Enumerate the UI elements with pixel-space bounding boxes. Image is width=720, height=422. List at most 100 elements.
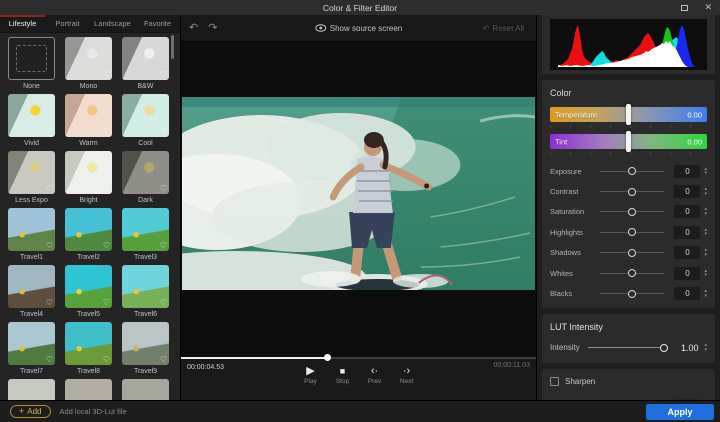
seek-bar[interactable] <box>181 357 536 359</box>
filter-item-mono[interactable]: ♡Mono <box>65 37 112 94</box>
filter-thumbnail[interactable]: ♡ <box>65 37 112 80</box>
favorite-heart-icon[interactable]: ♡ <box>103 356 110 364</box>
whites-slider-handle[interactable] <box>628 269 636 277</box>
saturation-value[interactable]: 0 <box>674 205 700 218</box>
highlights-slider[interactable] <box>600 232 664 233</box>
blacks-value[interactable]: 0 <box>674 287 700 300</box>
filter-item-travel6[interactable]: ♡Travel6 <box>122 265 169 322</box>
filter-thumbnail[interactable]: ♡ <box>65 322 112 365</box>
filter-item-travel2[interactable]: ♡Travel2 <box>65 208 112 265</box>
seek-handle[interactable] <box>324 354 331 361</box>
favorite-heart-icon[interactable]: ♡ <box>103 242 110 250</box>
filter-thumbnail[interactable]: ♡ <box>8 151 55 194</box>
temperature-slider[interactable]: Temperature 0.00 <box>550 107 707 122</box>
shadows-slider[interactable] <box>600 252 664 253</box>
favorite-heart-icon[interactable]: ♡ <box>160 299 167 307</box>
exposure-value[interactable]: 0 <box>674 165 700 178</box>
redo-icon[interactable]: ↷ <box>208 23 217 34</box>
filter-item-travel1[interactable]: ♡Travel1 <box>8 208 55 265</box>
intensity-slider-handle[interactable] <box>660 344 668 352</box>
filter-item-none[interactable]: None <box>8 37 55 94</box>
filter-thumbnail[interactable]: ♡ <box>8 208 55 251</box>
saturation-stepper[interactable]: ▴▾ <box>704 207 707 216</box>
favorite-heart-icon[interactable]: ♡ <box>160 128 167 136</box>
favorite-heart-icon[interactable]: ♡ <box>46 128 53 136</box>
filter-item-dark[interactable]: ♡Dark <box>122 151 169 208</box>
filter-item-travel4[interactable]: ♡Travel4 <box>8 265 55 322</box>
tab-favorite[interactable]: Favorite <box>135 15 180 32</box>
filter-thumbnail[interactable]: ♡ <box>122 322 169 365</box>
filter-item-travel8[interactable]: ♡Travel8 <box>65 322 112 379</box>
filter-thumbnail[interactable]: ♡ <box>65 265 112 308</box>
favorite-heart-icon[interactable]: ♡ <box>103 128 110 136</box>
tab-portrait[interactable]: Portrait <box>45 15 90 32</box>
filter-item-less-expo[interactable]: ♡Less Expo <box>8 151 55 208</box>
shadows-value[interactable]: 0 <box>674 246 700 259</box>
filter-thumbnail[interactable] <box>8 379 55 400</box>
tint-slider[interactable]: Tint 0.00 <box>550 134 707 149</box>
filter-thumbnail[interactable]: ♡ <box>8 265 55 308</box>
saturation-slider-handle[interactable] <box>628 208 636 216</box>
filter-item-b-w[interactable]: ♡B&W <box>122 37 169 94</box>
stop-button[interactable]: ■Stop <box>334 365 352 385</box>
blacks-slider[interactable] <box>600 293 664 294</box>
filter-item-travel7[interactable]: ♡Travel7 <box>8 322 55 379</box>
favorite-heart-icon[interactable]: ♡ <box>46 185 53 193</box>
whites-stepper[interactable]: ▴▾ <box>704 269 707 278</box>
contrast-slider[interactable] <box>600 191 664 192</box>
highlights-value[interactable]: 0 <box>674 226 700 239</box>
filter-item[interactable] <box>65 379 112 400</box>
filter-item-vivid[interactable]: ♡Vivid <box>8 94 55 151</box>
filter-thumbnail[interactable] <box>122 379 169 400</box>
filter-thumbnail[interactable]: ♡ <box>122 37 169 80</box>
filter-thumbnail[interactable]: ♡ <box>122 208 169 251</box>
highlights-stepper[interactable]: ▴▾ <box>704 228 707 237</box>
whites-slider[interactable] <box>600 273 664 274</box>
favorite-heart-icon[interactable]: ♡ <box>46 299 53 307</box>
contrast-stepper[interactable]: ▴▾ <box>704 187 707 196</box>
favorite-heart-icon[interactable]: ♡ <box>160 185 167 193</box>
filter-item-cool[interactable]: ♡Cool <box>122 94 169 151</box>
tint-slider-handle[interactable] <box>626 131 631 152</box>
highlights-slider-handle[interactable] <box>628 228 636 236</box>
prev-button[interactable]: ‹·Prev <box>366 365 384 385</box>
filter-item-warm[interactable]: ♡Warm <box>65 94 112 151</box>
contrast-slider-handle[interactable] <box>628 188 636 196</box>
blacks-stepper[interactable]: ▴▾ <box>704 289 707 298</box>
play-button[interactable]: ▶Play <box>302 365 320 385</box>
favorite-heart-icon[interactable]: ♡ <box>46 356 53 364</box>
favorite-heart-icon[interactable]: ♡ <box>160 71 167 79</box>
next-button[interactable]: ·›Next <box>398 365 416 385</box>
blacks-slider-handle[interactable] <box>628 290 636 298</box>
whites-value[interactable]: 0 <box>674 267 700 280</box>
favorite-heart-icon[interactable]: ♡ <box>160 356 167 364</box>
favorite-heart-icon[interactable]: ♡ <box>103 71 110 79</box>
favorite-heart-icon[interactable]: ♡ <box>103 185 110 193</box>
filter-thumbnail[interactable] <box>65 379 112 400</box>
shadows-stepper[interactable]: ▴▾ <box>704 248 707 257</box>
filter-thumbnail[interactable]: ♡ <box>122 151 169 194</box>
filter-item-travel9[interactable]: ♡Travel9 <box>122 322 169 379</box>
add-lut-button[interactable]: + Add <box>10 405 51 418</box>
intensity-value[interactable]: 1.00 <box>674 343 698 353</box>
saturation-slider[interactable] <box>600 211 664 212</box>
filter-item-travel5[interactable]: ♡Travel5 <box>65 265 112 322</box>
close-icon[interactable]: ✕ <box>704 3 712 12</box>
filter-item-travel3[interactable]: ♡Travel3 <box>122 208 169 265</box>
reset-all-button[interactable]: ↶ Reset All <box>483 24 524 33</box>
temperature-slider-handle[interactable] <box>626 104 631 125</box>
filter-item-bright[interactable]: ♡Bright <box>65 151 112 208</box>
filter-item[interactable] <box>122 379 169 400</box>
filter-thumbnail[interactable]: ♡ <box>122 94 169 137</box>
tab-lifestyle[interactable]: Lifestyle <box>0 15 45 32</box>
exposure-slider-handle[interactable] <box>628 167 636 175</box>
filter-thumbnail[interactable]: ♡ <box>65 151 112 194</box>
contrast-value[interactable]: 0 <box>674 185 700 198</box>
filter-item[interactable] <box>8 379 55 400</box>
apply-button[interactable]: Apply <box>646 404 714 420</box>
favorite-heart-icon[interactable]: ♡ <box>46 242 53 250</box>
filter-thumbnail[interactable] <box>8 37 55 80</box>
exposure-slider[interactable] <box>600 171 664 172</box>
sharpen-checkbox-row[interactable]: Sharpen <box>548 377 709 399</box>
filter-thumbnail[interactable]: ♡ <box>8 322 55 365</box>
